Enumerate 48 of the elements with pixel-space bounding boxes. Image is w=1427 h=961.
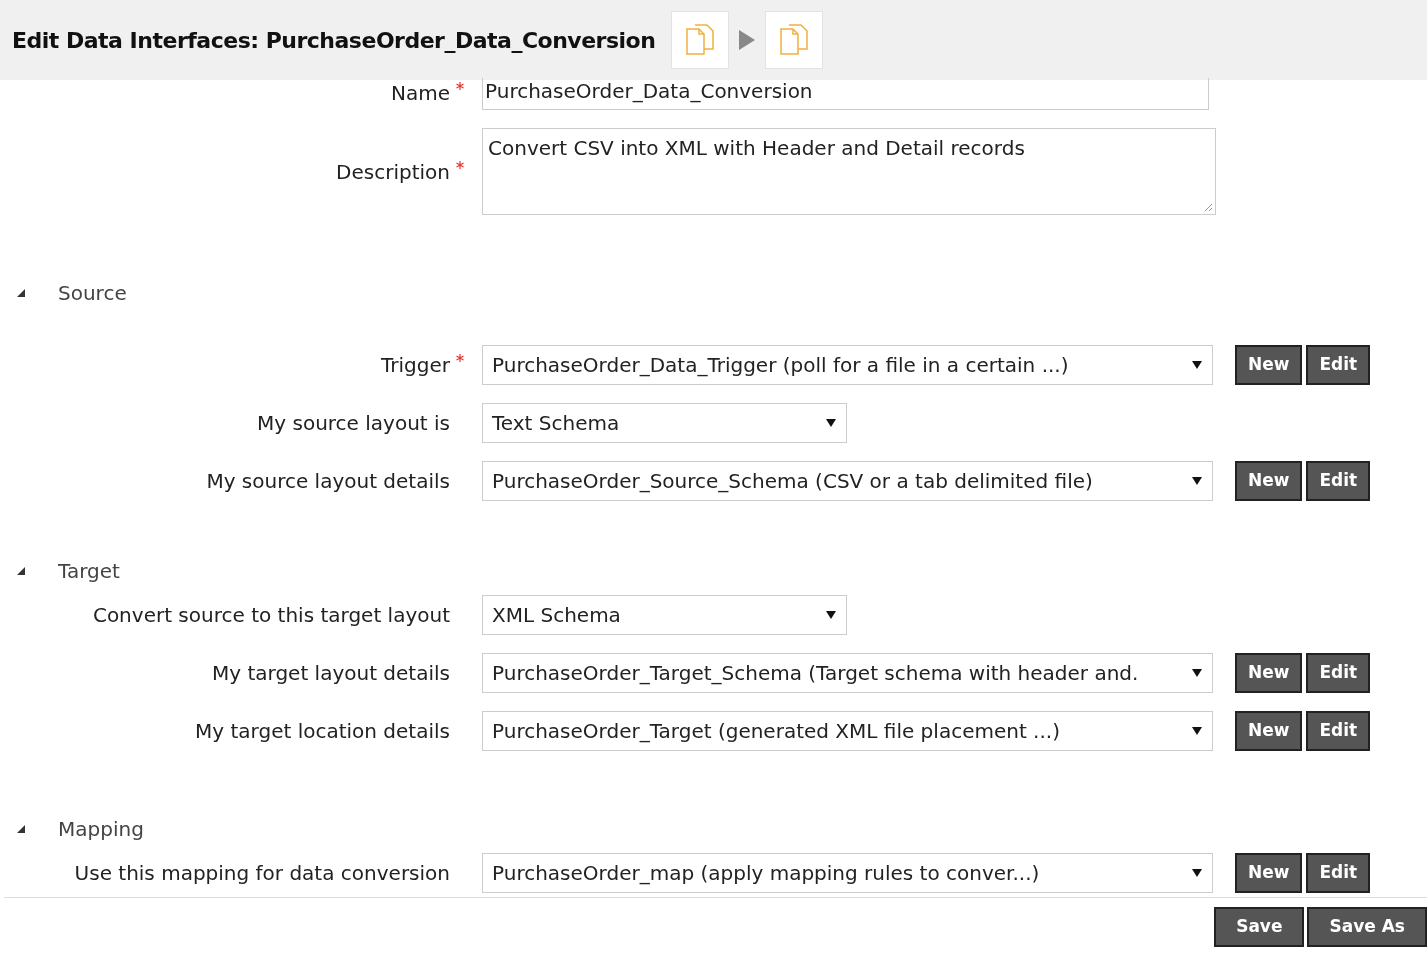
field-label: My target layout details [212,660,450,687]
caret-icon [1192,868,1202,878]
edit-button[interactable]: Edit [1306,711,1371,751]
new-button[interactable]: New [1235,461,1303,501]
new-button[interactable]: New [1235,711,1303,751]
new-button[interactable]: New [1235,345,1303,385]
edit-button[interactable]: Edit [1306,461,1371,501]
save-button[interactable]: Save [1214,907,1305,947]
edit-button[interactable]: Edit [1306,345,1371,385]
field-label: Convert source to this target layout [92,602,450,629]
dropdown[interactable]: PurchaseOrder_map (apply mapping rules to conver...) [482,853,1213,893]
caret-icon [1192,360,1202,370]
dropdown[interactable]: PurchaseOrder_Target_Schema (Target schema with header and. [482,653,1213,693]
section-title[interactable]: Mapping [58,814,144,844]
caret-icon [1192,668,1202,678]
field-label: Use this mapping for data conversion [74,860,450,887]
field-label: My source layout is [257,410,450,437]
new-button[interactable]: New [1235,653,1303,693]
name-field[interactable]: PurchaseOrder_Data_Conversion [482,78,1209,110]
play-icon [739,30,756,50]
edit-button[interactable]: Edit [1306,853,1371,893]
description-field[interactable]: Convert CSV into XML with Header and Detail records [482,128,1216,215]
field-label: My source layout details [206,468,450,495]
collapse-icon[interactable] [16,824,26,834]
documents-icon [779,23,810,57]
caret-icon [1192,476,1202,486]
field-label: Description [336,158,450,186]
dropdown[interactable]: PurchaseOrder_Target (generated XML file placement ...) [482,711,1213,751]
new-button[interactable]: New [1235,853,1303,893]
resize-handle-icon[interactable] [1203,202,1213,212]
edit-button[interactable]: Edit [1306,653,1371,693]
section-title[interactable]: Target [58,556,120,586]
field-label: Name [391,80,450,107]
collapse-icon[interactable] [16,566,26,576]
save-as-button[interactable]: Save As [1307,907,1427,947]
caret-icon [1192,726,1202,736]
caret-icon [826,610,836,620]
caret-icon [826,418,836,428]
field-label: Trigger [381,352,450,379]
dropdown[interactable]: XML Schema [482,595,847,635]
section-title[interactable]: Source [58,278,127,308]
documents-icon [685,23,716,57]
dropdown[interactable]: Text Schema [482,403,847,443]
field-label: My target location details [195,718,450,745]
dropdown[interactable]: PurchaseOrder_Source_Schema (CSV or a tab delimited file) [482,461,1213,501]
page-title: Edit Data Interfaces: PurchaseOrder_Data_Conversion [12,26,656,55]
collapse-icon[interactable] [16,288,26,298]
dropdown[interactable]: PurchaseOrder_Data_Trigger (poll for a file in a certain ...) [482,345,1213,385]
